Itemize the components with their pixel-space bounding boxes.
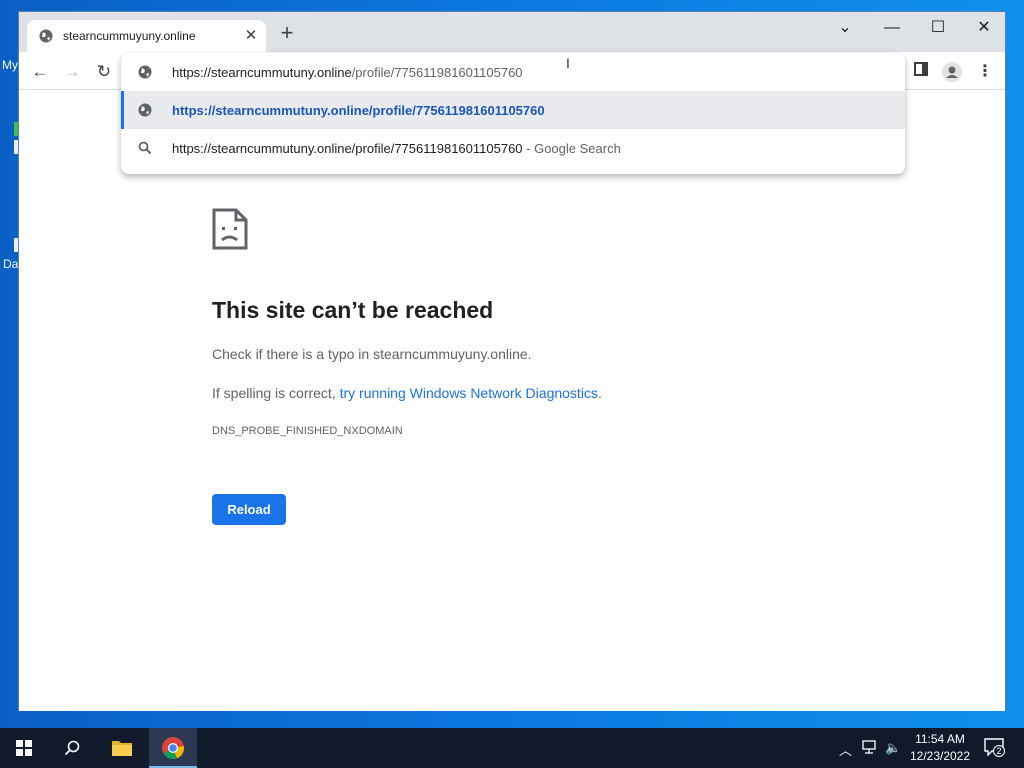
- reload-icon[interactable]: ↻: [93, 61, 115, 83]
- menu-icon[interactable]: ⋮: [974, 61, 996, 83]
- browser-tab[interactable]: stearncummuyuny.online ✕: [27, 20, 266, 52]
- address-input[interactable]: https://stearncummutuny.online/profile/7…: [172, 65, 523, 80]
- side-panel-icon[interactable]: [910, 61, 932, 83]
- back-icon[interactable]: ←: [29, 61, 51, 83]
- suggestion-text: https://stearncummutuny.online/profile/7…: [172, 141, 621, 156]
- clock[interactable]: 11:54 AM 12/23/2022: [905, 731, 975, 765]
- tab-title: stearncummuyuny.online: [63, 29, 196, 43]
- tab-search-icon[interactable]: ⌄: [822, 16, 868, 40]
- error-page: This site can’t be reached Check if ther…: [19, 91, 1005, 711]
- suggestion-query: https://stearncummutuny.online/profile/7…: [172, 141, 523, 156]
- suggestion-suffix: - Google Search: [522, 141, 621, 156]
- reload-button[interactable]: Reload: [212, 494, 286, 525]
- network-icon[interactable]: [862, 740, 878, 757]
- error-message: Check if there is a typo in stearncummuy…: [212, 346, 532, 362]
- new-tab-icon[interactable]: +: [277, 22, 297, 44]
- error-title: This site can’t be reached: [212, 297, 494, 323]
- omnibox-dropdown: https://stearncummutuny.online/profile/7…: [121, 53, 905, 174]
- minimize-icon[interactable]: —: [869, 16, 915, 40]
- search-icon: [138, 141, 152, 160]
- suggestion-suffix-dot: .: [597, 385, 602, 401]
- network-diagnostics-link[interactable]: try running Windows Network Diagnostics: [340, 385, 598, 401]
- maximize-icon[interactable]: ☐: [915, 16, 961, 40]
- profile-avatar-icon[interactable]: [941, 61, 963, 83]
- chrome-icon[interactable]: [149, 728, 197, 768]
- globe-icon: [138, 103, 152, 122]
- chevron-up-icon[interactable]: ︿: [839, 740, 852, 759]
- globe-icon: [39, 29, 53, 48]
- clock-time: 11:54 AM: [915, 732, 965, 746]
- desktop-icon-label[interactable]: Da: [3, 257, 18, 271]
- volume-icon[interactable]: 🔈: [885, 740, 901, 756]
- globe-icon: [138, 65, 152, 84]
- notification-count: 2: [993, 745, 1005, 757]
- close-icon[interactable]: ✕: [242, 27, 260, 45]
- forward-icon[interactable]: →: [61, 61, 83, 83]
- taskbar: ︿ 🔈 11:54 AM 12/23/2022 2: [0, 728, 1024, 768]
- text-cursor-icon: I: [566, 55, 570, 71]
- suggestion-text: https://stearncummutuny.online/profile/7…: [172, 103, 545, 118]
- clock-date: 12/23/2022: [909, 749, 971, 763]
- error-suggestion: If spelling is correct, try running Wind…: [212, 385, 602, 401]
- address-bar[interactable]: https://stearncummutuny.online/profile/7…: [121, 53, 905, 91]
- notifications-icon[interactable]: 2: [984, 738, 1005, 759]
- address-prefix: https://stearncummutuny.online: [172, 65, 352, 80]
- error-code: DNS_PROBE_FINISHED_NXDOMAIN: [212, 425, 403, 437]
- windows-start-icon[interactable]: [0, 728, 48, 768]
- sad-page-icon: [212, 208, 248, 255]
- address-path: /profile/775611981601105760: [351, 65, 523, 80]
- desktop-icon-label[interactable]: My: [2, 58, 18, 72]
- suggestion-item[interactable]: https://stearncummutuny.online/profile/7…: [121, 91, 905, 129]
- tab-strip: stearncummuyuny.online ✕ + ⌄ — ☐ ✕: [19, 12, 1005, 52]
- file-explorer-icon[interactable]: [98, 728, 146, 768]
- suggestion-prefix: If spelling is correct,: [212, 385, 340, 401]
- suggestion-item[interactable]: https://stearncummutuny.online/profile/7…: [121, 129, 905, 167]
- search-icon[interactable]: [48, 728, 96, 768]
- window-close-icon[interactable]: ✕: [961, 16, 1007, 40]
- browser-window: stearncummuyuny.online ✕ + ⌄ — ☐ ✕ ← → ↻…: [18, 11, 1006, 711]
